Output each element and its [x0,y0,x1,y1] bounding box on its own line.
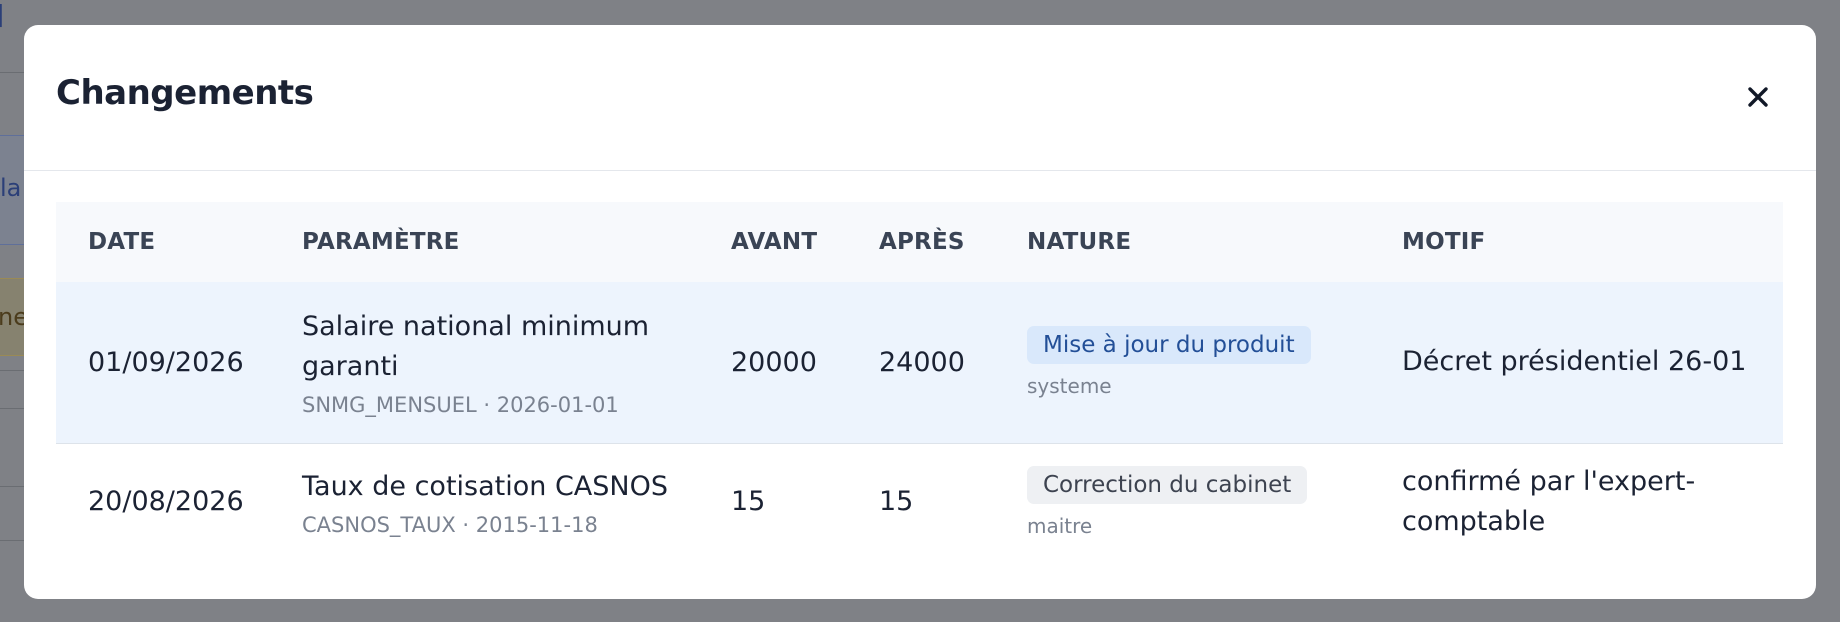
cell-apres: 24000 [879,346,965,378]
cell-apres: 15 [879,486,914,518]
header-nature: NATURE [1027,229,1132,255]
header-motif: MOTIF [1402,229,1486,255]
cell-motif: confirmé par l'expert-comptable [1402,465,1696,537]
changes-table-container: DATE PARAMÈTRE AVANT APRÈS NATURE MOTIF … [56,202,1783,560]
param-code: CASNOS_TAUX · 2015-11-18 [302,512,598,537]
cell-date: 20/08/2026 [88,486,244,518]
close-icon [1748,87,1768,107]
cell-nature: Correction du cabinet maitre [995,443,1370,560]
table-header-row: DATE PARAMÈTRE AVANT APRÈS NATURE MOTIF [56,202,1783,282]
header-apres: APRÈS [879,229,965,255]
param-name: Salaire national minimum garanti [302,311,650,383]
header-parametre: PARAMÈTRE [302,229,460,255]
close-button[interactable] [1738,77,1778,117]
modal-header: Changements [24,25,1816,171]
param-name: Taux de cotisation CASNOS [302,470,668,502]
cell-avant: 15 [731,486,766,518]
cell-motif: Décret présidentiel 26-01 [1402,346,1747,378]
changes-modal: Changements DATE PARAMÈTRE AVANT APRÈS N… [24,25,1816,599]
param-code: SNMG_MENSUEL · 2026-01-01 [302,393,619,418]
background-card-text: la [0,174,22,202]
header-avant: AVANT [731,229,818,255]
table-row: 20/08/2026 Taux de cotisation CASNOS CAS… [56,443,1783,560]
cell-parametre: Salaire national minimum garanti SNMG_ME… [270,282,699,443]
nature-author: maitre [1027,513,1093,538]
cell-avant: 20000 [731,346,817,378]
modal-title: Changements [56,73,314,113]
cell-nature: Mise à jour du produit systeme [995,282,1370,443]
nature-author: systeme [1027,374,1112,399]
cell-parametre: Taux de cotisation CASNOS CASNOS_TAUX · … [270,443,699,560]
changes-table: DATE PARAMÈTRE AVANT APRÈS NATURE MOTIF … [56,202,1783,560]
table-row: 01/09/2026 Salaire national minimum gara… [56,282,1783,443]
background-title: l [0,0,4,35]
nature-badge: Mise à jour du produit [1027,326,1311,365]
header-date: DATE [88,229,156,255]
nature-badge: Correction du cabinet [1027,465,1308,504]
cell-date: 01/09/2026 [88,346,244,378]
